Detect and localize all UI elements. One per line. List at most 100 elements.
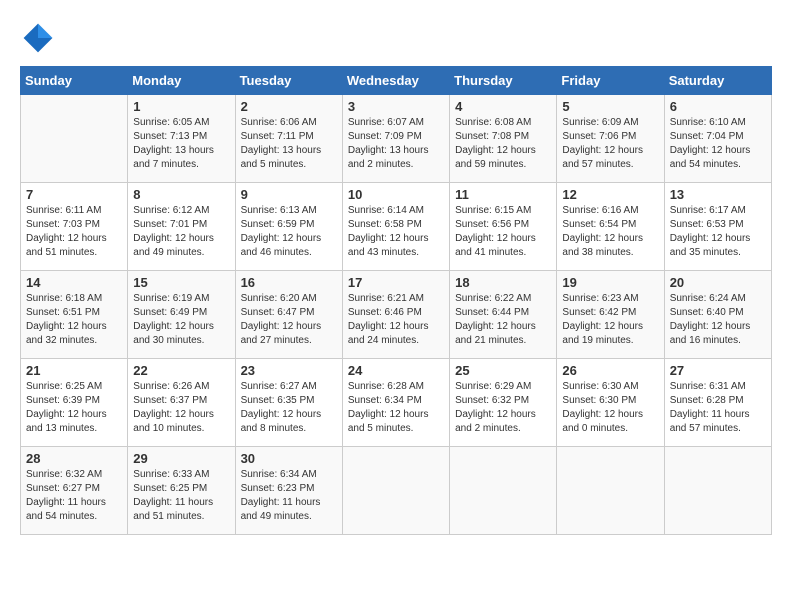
day-info: Sunrise: 6:16 AMSunset: 6:54 PMDaylight:… (562, 204, 658, 260)
calendar-cell (450, 447, 557, 535)
calendar-cell: 10Sunrise: 6:14 AMSunset: 6:58 PMDayligh… (342, 183, 449, 271)
day-number: 24 (348, 363, 444, 378)
calendar-cell: 17Sunrise: 6:21 AMSunset: 6:46 PMDayligh… (342, 271, 449, 359)
header (20, 20, 772, 56)
day-number: 5 (562, 99, 658, 114)
calendar-cell: 23Sunrise: 6:27 AMSunset: 6:35 PMDayligh… (235, 359, 342, 447)
day-info: Sunrise: 6:13 AMSunset: 6:59 PMDaylight:… (241, 204, 337, 260)
day-info: Sunrise: 6:05 AMSunset: 7:13 PMDaylight:… (133, 116, 229, 172)
day-number: 9 (241, 187, 337, 202)
calendar-cell: 5 Sunrise: 6:09 AMSunset: 7:06 PMDaylight… (557, 95, 664, 183)
calendar-cell: 8 Sunrise: 6:12 AMSunset: 7:01 PMDaylight… (128, 183, 235, 271)
day-info: Sunrise: 6:21 AMSunset: 6:46 PMDaylight:… (348, 292, 444, 348)
calendar-cell: 28 Sunrise: 6:32 AMSunset: 6:27 PMDayligh… (21, 447, 128, 535)
day-number: 22 (133, 363, 229, 378)
calendar-cell (557, 447, 664, 535)
calendar-cell: 3 Sunrise: 6:07 AMSunset: 7:09 PMDaylight… (342, 95, 449, 183)
day-number: 19 (562, 275, 658, 290)
day-info: Sunrise: 6:22 AMSunset: 6:44 PMDaylight:… (455, 292, 551, 348)
calendar-table: SundayMondayTuesdayWednesdayThursdayFrid… (20, 66, 772, 535)
day-info: Sunrise: 6:24 AMSunset: 6:40 PMDaylight:… (670, 292, 766, 348)
calendar-cell (342, 447, 449, 535)
day-number: 4 (455, 99, 551, 114)
day-info: Sunrise: 6:30 AMSunset: 6:30 PMDaylight:… (562, 380, 658, 436)
day-info: Sunrise: 6:07 AMSunset: 7:09 PMDaylight:… (348, 116, 444, 172)
calendar-cell: 30 Sunrise: 6:34 AMSunset: 6:23 PMDayligh… (235, 447, 342, 535)
calendar-week-row: 14Sunrise: 6:18 AMSunset: 6:51 PMDayligh… (21, 271, 772, 359)
day-info: Sunrise: 6:17 AMSunset: 6:53 PMDaylight:… (670, 204, 766, 260)
day-info: Sunrise: 6:11 AMSunset: 7:03 PMDaylight:… (26, 204, 122, 260)
day-number: 15 (133, 275, 229, 290)
day-info: Sunrise: 6:09 AMSunset: 7:06 PMDaylight:… (562, 116, 658, 172)
calendar-cell: 4 Sunrise: 6:08 AMSunset: 7:08 PMDaylight… (450, 95, 557, 183)
weekday-header: Thursday (450, 67, 557, 95)
day-number: 23 (241, 363, 337, 378)
calendar-cell: 6 Sunrise: 6:10 AMSunset: 7:04 PMDaylight… (664, 95, 771, 183)
day-info: Sunrise: 6:34 AMSunset: 6:23 PMDaylight:… (241, 468, 337, 524)
calendar-cell: 29 Sunrise: 6:33 AMSunset: 6:25 PMDayligh… (128, 447, 235, 535)
day-number: 27 (670, 363, 766, 378)
calendar-cell: 14Sunrise: 6:18 AMSunset: 6:51 PMDayligh… (21, 271, 128, 359)
calendar-cell: 19 Sunrise: 6:23 AMSunset: 6:42 PMDayligh… (557, 271, 664, 359)
calendar-cell: 27Sunrise: 6:31 AMSunset: 6:28 PMDayligh… (664, 359, 771, 447)
calendar-cell: 22 Sunrise: 6:26 AMSunset: 6:37 PMDayligh… (128, 359, 235, 447)
calendar-cell: 11Sunrise: 6:15 AMSunset: 6:56 PMDayligh… (450, 183, 557, 271)
day-info: Sunrise: 6:28 AMSunset: 6:34 PMDaylight:… (348, 380, 444, 436)
day-info: Sunrise: 6:33 AMSunset: 6:25 PMDaylight:… (133, 468, 229, 524)
calendar-week-row: 1 Sunrise: 6:05 AMSunset: 7:13 PMDaylight… (21, 95, 772, 183)
calendar-cell: 7 Sunrise: 6:11 AMSunset: 7:03 PMDaylight… (21, 183, 128, 271)
calendar-cell (21, 95, 128, 183)
weekday-header: Friday (557, 67, 664, 95)
day-info: Sunrise: 6:06 AMSunset: 7:11 PMDaylight:… (241, 116, 337, 172)
calendar-cell: 18 Sunrise: 6:22 AMSunset: 6:44 PMDayligh… (450, 271, 557, 359)
day-number: 12 (562, 187, 658, 202)
calendar-cell: 16 Sunrise: 6:20 AMSunset: 6:47 PMDayligh… (235, 271, 342, 359)
day-info: Sunrise: 6:12 AMSunset: 7:01 PMDaylight:… (133, 204, 229, 260)
calendar-cell: 9 Sunrise: 6:13 AMSunset: 6:59 PMDaylight… (235, 183, 342, 271)
day-info: Sunrise: 6:19 AMSunset: 6:49 PMDaylight:… (133, 292, 229, 348)
weekday-header: Tuesday (235, 67, 342, 95)
day-number: 7 (26, 187, 122, 202)
day-info: Sunrise: 6:29 AMSunset: 6:32 PMDaylight:… (455, 380, 551, 436)
day-number: 13 (670, 187, 766, 202)
day-number: 8 (133, 187, 229, 202)
calendar-week-row: 28 Sunrise: 6:32 AMSunset: 6:27 PMDayligh… (21, 447, 772, 535)
day-number: 2 (241, 99, 337, 114)
calendar-cell: 12 Sunrise: 6:16 AMSunset: 6:54 PMDayligh… (557, 183, 664, 271)
logo-icon (20, 20, 56, 56)
calendar-week-row: 7 Sunrise: 6:11 AMSunset: 7:03 PMDaylight… (21, 183, 772, 271)
day-number: 20 (670, 275, 766, 290)
calendar-cell: 1 Sunrise: 6:05 AMSunset: 7:13 PMDaylight… (128, 95, 235, 183)
calendar-cell: 2 Sunrise: 6:06 AMSunset: 7:11 PMDaylight… (235, 95, 342, 183)
day-number: 18 (455, 275, 551, 290)
weekday-header: Wednesday (342, 67, 449, 95)
day-info: Sunrise: 6:14 AMSunset: 6:58 PMDaylight:… (348, 204, 444, 260)
day-info: Sunrise: 6:15 AMSunset: 6:56 PMDaylight:… (455, 204, 551, 260)
day-number: 6 (670, 99, 766, 114)
day-info: Sunrise: 6:32 AMSunset: 6:27 PMDaylight:… (26, 468, 122, 524)
day-number: 30 (241, 451, 337, 466)
calendar-cell: 26 Sunrise: 6:30 AMSunset: 6:30 PMDayligh… (557, 359, 664, 447)
day-number: 25 (455, 363, 551, 378)
day-info: Sunrise: 6:18 AMSunset: 6:51 PMDaylight:… (26, 292, 122, 348)
calendar-cell: 25 Sunrise: 6:29 AMSunset: 6:32 PMDayligh… (450, 359, 557, 447)
day-number: 26 (562, 363, 658, 378)
day-info: Sunrise: 6:20 AMSunset: 6:47 PMDaylight:… (241, 292, 337, 348)
weekday-header-row: SundayMondayTuesdayWednesdayThursdayFrid… (21, 67, 772, 95)
weekday-header: Monday (128, 67, 235, 95)
calendar-week-row: 21Sunrise: 6:25 AMSunset: 6:39 PMDayligh… (21, 359, 772, 447)
day-info: Sunrise: 6:10 AMSunset: 7:04 PMDaylight:… (670, 116, 766, 172)
day-number: 1 (133, 99, 229, 114)
calendar-cell: 15 Sunrise: 6:19 AMSunset: 6:49 PMDayligh… (128, 271, 235, 359)
day-number: 16 (241, 275, 337, 290)
day-info: Sunrise: 6:26 AMSunset: 6:37 PMDaylight:… (133, 380, 229, 436)
day-number: 29 (133, 451, 229, 466)
day-number: 3 (348, 99, 444, 114)
day-info: Sunrise: 6:23 AMSunset: 6:42 PMDaylight:… (562, 292, 658, 348)
weekday-header: Sunday (21, 67, 128, 95)
day-info: Sunrise: 6:08 AMSunset: 7:08 PMDaylight:… (455, 116, 551, 172)
calendar-cell: 21Sunrise: 6:25 AMSunset: 6:39 PMDayligh… (21, 359, 128, 447)
day-number: 21 (26, 363, 122, 378)
day-number: 28 (26, 451, 122, 466)
calendar-cell: 20 Sunrise: 6:24 AMSunset: 6:40 PMDayligh… (664, 271, 771, 359)
